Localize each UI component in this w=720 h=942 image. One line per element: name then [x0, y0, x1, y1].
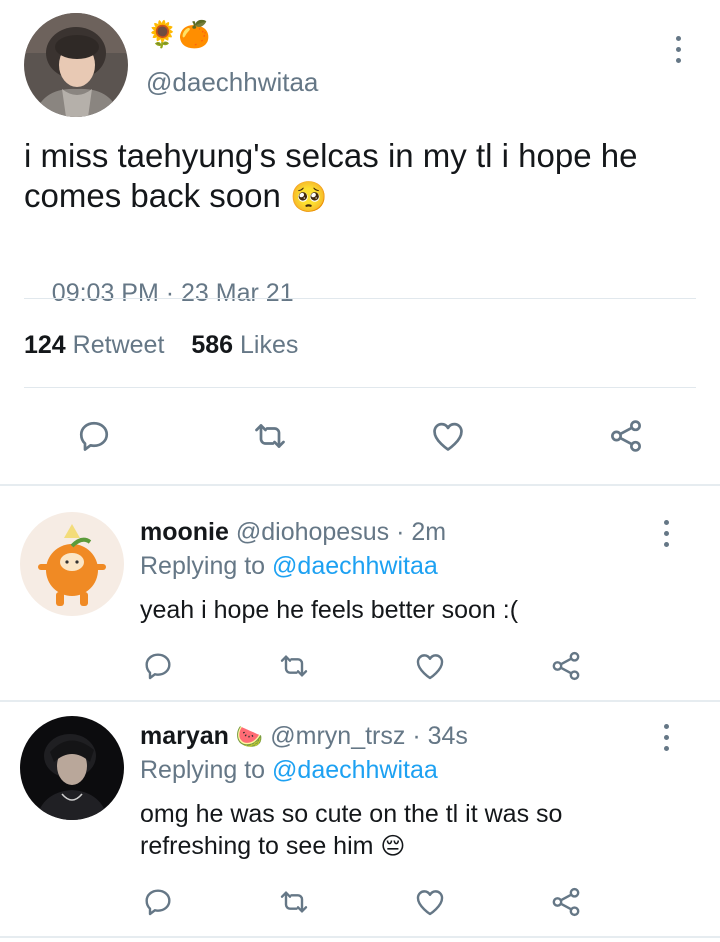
heart-icon	[416, 654, 444, 680]
replying-to-handle[interactable]: @daechhwitaa	[272, 552, 438, 580]
reply-time-separator: ·	[405, 722, 428, 750]
reply-icon	[145, 653, 171, 680]
tweet-text: i miss taehyung's selcas in my tl i hope…	[24, 136, 704, 218]
replying-to-handle[interactable]: @daechhwitaa	[272, 756, 438, 784]
divider	[24, 298, 696, 299]
heart-icon	[416, 890, 444, 916]
author-name-emojis: 🌻🍊	[146, 19, 211, 49]
retweet-icon	[255, 424, 285, 448]
watermelon-emoji: 🍉	[235, 724, 264, 750]
reply-header: maryan 🍉 @mryn_trsz · 34s	[140, 720, 468, 753]
retweet-button[interactable]	[250, 416, 290, 456]
reply-icon	[79, 421, 109, 451]
reply-header: moonie @diohopesus · 2m	[140, 516, 446, 548]
likes-count: 586	[191, 331, 234, 359]
section-divider	[0, 700, 720, 702]
author-avatar[interactable]	[24, 13, 128, 117]
reply-button[interactable]	[140, 884, 176, 920]
share-icon	[611, 420, 641, 452]
tweet-stats: 124 Retweet 586 Likes	[24, 330, 298, 360]
like-button[interactable]	[412, 884, 448, 920]
section-divider	[0, 484, 720, 486]
reply-avatar[interactable]	[20, 716, 124, 820]
likes-label: Likes	[240, 331, 299, 359]
retweet-button[interactable]	[276, 648, 312, 684]
reply-icon	[145, 889, 171, 916]
tweet-date-separator: ·	[158, 279, 182, 307]
reply-avatar-image	[20, 512, 124, 616]
reply-button[interactable]	[140, 648, 176, 684]
share-icon	[552, 887, 580, 917]
reply-author-handle[interactable]: @mryn_trsz	[270, 722, 405, 750]
reply-text: omg he was so cute on the tl it was so r…	[140, 798, 640, 863]
share-icon	[552, 651, 580, 681]
section-divider	[0, 936, 720, 938]
retweet-icon	[280, 891, 308, 913]
reply-avatar[interactable]	[20, 512, 124, 616]
retweet-label: Retweet	[72, 331, 165, 359]
replying-to: Replying to @daechhwitaa	[140, 754, 438, 786]
reply-avatar-image	[20, 716, 124, 820]
reply-author-name[interactable]: moonie	[140, 518, 229, 546]
reply-author-handle[interactable]: @diohopesus	[236, 518, 389, 546]
like-button[interactable]	[412, 648, 448, 684]
likes-stat[interactable]: 586 Likes	[191, 331, 298, 359]
reply-author-name[interactable]: maryan	[140, 722, 229, 750]
reply-time[interactable]: 34s	[428, 722, 468, 750]
retweet-button[interactable]	[276, 884, 312, 920]
retweet-icon	[280, 655, 308, 677]
replying-to: Replying to @daechhwitaa	[140, 550, 438, 582]
pleading-face-emoji: 🥺	[289, 181, 328, 215]
reply-text-body: omg he was so cute on the tl it was so r…	[140, 800, 563, 860]
reply-time[interactable]: 2m	[411, 518, 446, 546]
more-vertical-icon[interactable]	[662, 520, 670, 547]
divider	[24, 387, 696, 388]
share-button[interactable]	[548, 648, 584, 684]
replying-to-label: Replying to	[140, 756, 266, 784]
share-button[interactable]	[548, 884, 584, 920]
more-vertical-icon[interactable]	[662, 724, 670, 751]
more-vertical-icon[interactable]	[674, 36, 682, 63]
author-avatar-image	[24, 13, 128, 117]
like-button[interactable]	[428, 416, 468, 456]
replying-to-label: Replying to	[140, 552, 266, 580]
pensive-face-emoji: 😔	[380, 833, 406, 861]
tweet-date: 23 Mar 21	[181, 279, 294, 307]
tweet-text-body: i miss taehyung's selcas in my tl i hope…	[24, 137, 638, 214]
tweet-timestamp[interactable]: 09:03 PM · 23 Mar 21	[24, 248, 294, 338]
heart-icon	[433, 422, 463, 451]
reply-text: yeah i hope he feels better soon :(	[140, 596, 519, 624]
author-handle[interactable]: @daechhwitaa	[146, 66, 318, 98]
tweet-time: 09:03 PM	[51, 279, 159, 307]
retweet-stat[interactable]: 124 Retweet	[24, 331, 171, 359]
share-button[interactable]	[606, 416, 646, 456]
reply-time-separator: ·	[389, 518, 412, 546]
retweet-count: 124	[24, 331, 66, 359]
reply-button[interactable]	[74, 416, 114, 456]
